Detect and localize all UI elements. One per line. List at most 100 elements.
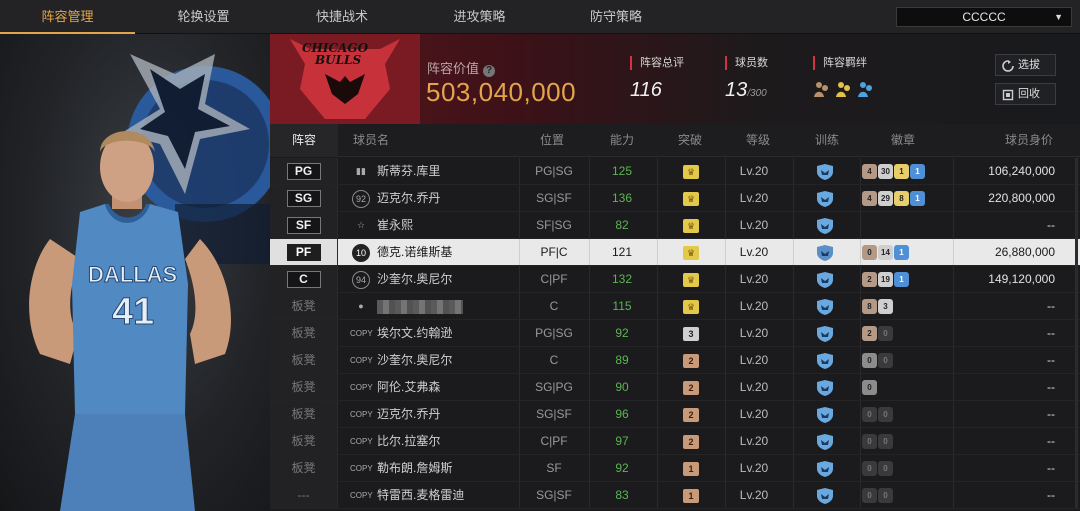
training-cell[interactable] — [810, 266, 840, 292]
name-cell[interactable]: 比尔.拉塞尔 — [377, 428, 527, 454]
player-name[interactable]: 崔永熙 — [377, 218, 413, 232]
shield-icon[interactable] — [816, 325, 834, 342]
name-cell[interactable]: 斯蒂芬.库里 — [377, 158, 527, 184]
player-name[interactable]: 阿伦.艾弗森 — [377, 380, 440, 394]
shield-icon[interactable] — [816, 487, 834, 504]
pick-button[interactable]: 选拔 — [995, 54, 1056, 76]
player-name[interactable]: 迈克尔.乔丹 — [377, 407, 440, 421]
name-cell[interactable]: 迈克尔.乔丹 — [377, 185, 527, 211]
breakthrough-cell[interactable]: ♛ — [676, 293, 706, 319]
slot-cell[interactable]: C — [270, 266, 338, 292]
table-row[interactable]: --- COPY 特雷西.麦格雷迪 SG|SF 83 1 Lv.20 0 0 -- — [270, 482, 1080, 509]
table-row[interactable]: 板凳 COPY 迈克尔.乔丹 SG|SF 96 2 Lv.20 0 0 -- — [270, 401, 1080, 428]
player-name[interactable]: 勒布朗.詹姆斯 — [377, 461, 452, 475]
name-cell[interactable]: 崔永熙 — [377, 212, 527, 238]
name-cell[interactable]: 勒布朗.詹姆斯 — [377, 455, 527, 481]
tab-quick-tactics[interactable]: 快捷战术 — [272, 0, 412, 34]
table-row[interactable]: 板凳 COPY 沙奎尔.奥尼尔 C 89 2 Lv.20 0 0 -- — [270, 347, 1080, 374]
name-cell[interactable]: 迈克尔.乔丹 — [377, 401, 527, 427]
player-name[interactable]: 比尔.拉塞尔 — [377, 434, 440, 448]
tab-lineup[interactable]: 阵容管理 — [0, 0, 135, 34]
col-ability[interactable]: 能力 — [610, 124, 634, 157]
breakthrough-cell[interactable]: ♛ — [676, 185, 706, 211]
name-cell[interactable] — [377, 293, 527, 319]
col-badges[interactable]: 徽章 — [891, 124, 915, 157]
name-cell[interactable]: 阿伦.艾弗森 — [377, 374, 527, 400]
col-position[interactable]: 位置 — [540, 124, 564, 157]
training-cell[interactable] — [810, 482, 840, 508]
table-row[interactable]: 板凳 COPY 勒布朗.詹姆斯 SF 92 1 Lv.20 0 0 -- — [270, 455, 1080, 482]
col-slot[interactable]: 阵容 — [270, 124, 338, 157]
player-name[interactable]: 沙奎尔.奥尼尔 — [377, 272, 452, 286]
player-name[interactable]: 斯蒂芬.库里 — [377, 164, 440, 178]
col-level[interactable]: 等级 — [746, 124, 770, 157]
table-row[interactable]: 板凳 COPY 埃尔文.约翰逊 PG|SG 92 3 Lv.20 2 0 -- — [270, 320, 1080, 347]
slot-cell[interactable]: PF — [270, 239, 338, 265]
player-name[interactable]: 德克.诺维斯基 — [377, 245, 452, 259]
slot-cell[interactable]: 板凳 — [270, 347, 338, 373]
shield-icon[interactable] — [816, 217, 834, 234]
shield-icon[interactable] — [816, 406, 834, 423]
recycle-button[interactable]: 回收 — [995, 83, 1056, 105]
shield-icon[interactable] — [816, 163, 834, 180]
shield-icon[interactable] — [816, 352, 834, 369]
training-cell[interactable] — [810, 455, 840, 481]
col-value[interactable]: 球员身价 — [1005, 124, 1053, 157]
player-name[interactable]: 迈克尔.乔丹 — [377, 191, 440, 205]
breakthrough-cell[interactable]: 1 — [676, 455, 706, 481]
player-name[interactable]: 埃尔文.约翰逊 — [377, 326, 452, 340]
table-row[interactable]: C 94 沙奎尔.奥尼尔 C|PF 132 ♛ Lv.20 2 19 1 149,120,000 — [270, 266, 1080, 293]
col-name[interactable]: 球员名 — [353, 124, 389, 157]
slot-cell[interactable]: 板凳 — [270, 320, 338, 346]
slot-cell[interactable]: SF — [270, 212, 338, 238]
bond-icon-3[interactable] — [857, 80, 875, 98]
breakthrough-cell[interactable]: ♛ — [676, 266, 706, 292]
shield-icon[interactable] — [816, 460, 834, 477]
shield-icon[interactable] — [816, 190, 834, 207]
breakthrough-cell[interactable]: 2 — [676, 347, 706, 373]
col-training[interactable]: 训练 — [815, 124, 839, 157]
shield-icon[interactable] — [816, 271, 834, 288]
table-row[interactable]: 板凳 COPY 比尔.拉塞尔 C|PF 97 2 Lv.20 0 0 -- — [270, 428, 1080, 455]
table-row[interactable]: SF ☆ 崔永熙 SF|SG 82 ♛ Lv.20 -- — [270, 212, 1080, 239]
slot-cell[interactable]: 板凳 — [270, 293, 338, 319]
breakthrough-cell[interactable]: 2 — [676, 401, 706, 427]
name-cell[interactable]: 埃尔文.约翰逊 — [377, 320, 527, 346]
breakthrough-cell[interactable]: 2 — [676, 374, 706, 400]
table-row[interactable]: 板凳 ● C 115 ♛ Lv.20 8 3 -- — [270, 293, 1080, 320]
training-cell[interactable] — [810, 293, 840, 319]
breakthrough-cell[interactable]: 2 — [676, 428, 706, 454]
help-icon[interactable]: ? — [483, 65, 496, 77]
breakthrough-cell[interactable]: 1 — [676, 482, 706, 508]
table-row[interactable]: SG 92 迈克尔.乔丹 SG|SF 136 ♛ Lv.20 4 29 8 1 220,800,000 — [270, 185, 1080, 212]
player-name[interactable]: 特雷西.麦格雷迪 — [377, 488, 464, 502]
name-cell[interactable]: 特雷西.麦格雷迪 — [377, 482, 527, 508]
slot-cell[interactable]: PG — [270, 158, 338, 184]
table-row[interactable]: 板凳 COPY 阿伦.艾弗森 SG|PG 90 2 Lv.20 0 -- — [270, 374, 1080, 401]
training-cell[interactable] — [810, 428, 840, 454]
training-cell[interactable] — [810, 320, 840, 346]
slot-cell[interactable]: 板凳 — [270, 401, 338, 427]
name-cell[interactable]: 德克.诺维斯基 — [377, 239, 527, 265]
training-cell[interactable] — [810, 185, 840, 211]
shield-icon[interactable] — [816, 379, 834, 396]
training-cell[interactable] — [810, 158, 840, 184]
slot-cell[interactable]: 板凳 — [270, 455, 338, 481]
shield-icon[interactable] — [816, 298, 834, 315]
training-cell[interactable] — [810, 401, 840, 427]
breakthrough-cell[interactable]: 3 — [676, 320, 706, 346]
slot-cell[interactable]: --- — [270, 482, 338, 508]
player-name[interactable]: 沙奎尔.奥尼尔 — [377, 353, 452, 367]
slot-cell[interactable]: SG — [270, 185, 338, 211]
shield-icon[interactable] — [816, 244, 834, 261]
breakthrough-cell[interactable]: ♛ — [676, 212, 706, 238]
tab-offense[interactable]: 进攻策略 — [412, 0, 547, 34]
slot-cell[interactable]: 板凳 — [270, 374, 338, 400]
shield-icon[interactable] — [816, 433, 834, 450]
training-cell[interactable] — [810, 212, 840, 238]
slot-cell[interactable]: 板凳 — [270, 428, 338, 454]
table-row[interactable]: PF 10 德克.诺维斯基 PF|C 121 ♛ Lv.20 0 14 1 26,880,000 — [270, 239, 1080, 266]
bond-icon-1[interactable] — [813, 80, 831, 98]
training-cell[interactable] — [810, 374, 840, 400]
tab-defense[interactable]: 防守策略 — [547, 0, 685, 34]
